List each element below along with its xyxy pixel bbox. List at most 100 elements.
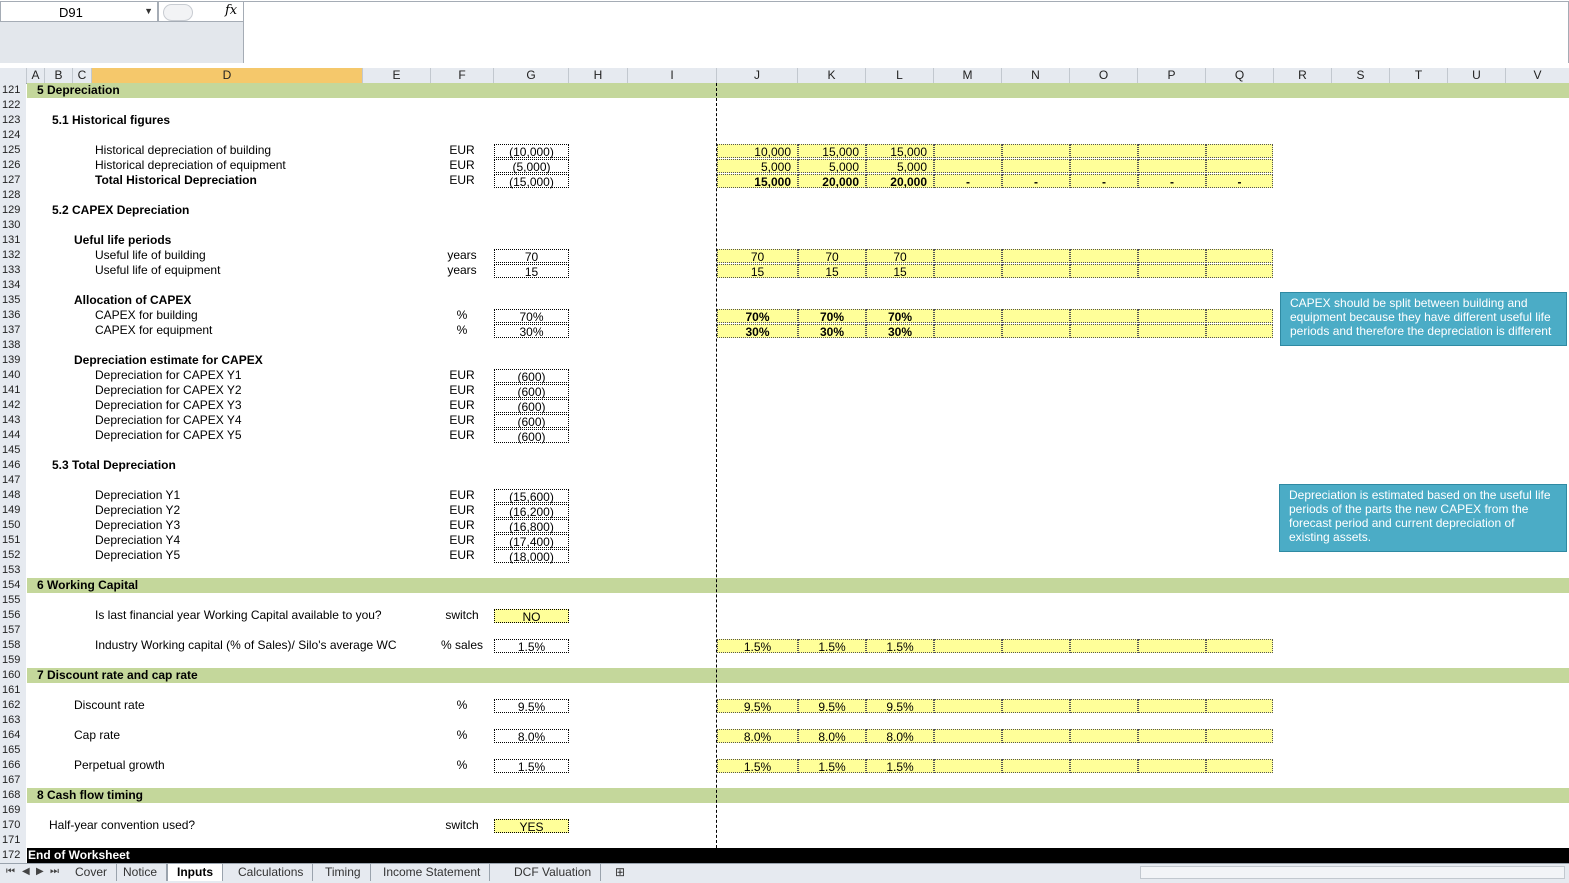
halfyear-input[interactable]: YES <box>494 819 569 834</box>
column-header-q[interactable]: Q <box>1206 68 1274 83</box>
row-header[interactable]: 148 <box>0 488 26 503</box>
column-header-d[interactable]: D <box>92 68 363 83</box>
growth-input[interactable]: 1.5% <box>494 759 569 774</box>
last-sheet-icon[interactable]: ⏭ <box>50 866 59 877</box>
growth-cell-p[interactable] <box>1138 759 1206 773</box>
tab-cover[interactable]: Cover <box>66 864 118 881</box>
row-header[interactable]: 128 <box>0 188 26 203</box>
column-header-a[interactable]: A <box>27 68 45 83</box>
insert-function-icon[interactable]: fx <box>225 3 237 18</box>
wc-pct-cell-n[interactable] <box>1002 639 1070 653</box>
discount-cell-p[interactable] <box>1138 699 1206 713</box>
capex-building-cell-q[interactable] <box>1206 309 1273 323</box>
life-equip-cell-q[interactable] <box>1206 264 1273 278</box>
cap-cell-p[interactable] <box>1138 729 1206 743</box>
tot-y5-input[interactable]: (18,000) <box>494 549 569 564</box>
discount-cell-o[interactable] <box>1070 699 1138 713</box>
row-header[interactable]: 134 <box>0 278 26 293</box>
row-header[interactable]: 141 <box>0 383 26 398</box>
life-building-cell-l[interactable]: 70 <box>866 249 934 264</box>
hist-equip-cell-j[interactable]: 5,000 <box>717 159 798 174</box>
capex-building-cell-o[interactable] <box>1070 309 1138 323</box>
growth-cell-q[interactable] <box>1206 759 1273 773</box>
tab-inputs[interactable]: Inputs <box>167 864 223 881</box>
hist-equip-cell-n[interactable] <box>1002 159 1070 173</box>
row-header[interactable]: 149 <box>0 503 26 518</box>
discount-cell-n[interactable] <box>1002 699 1070 713</box>
dep-y3-input[interactable]: (600) <box>494 399 569 414</box>
hist-equip-cell-m[interactable] <box>934 159 1002 173</box>
capex-building-cell-p[interactable] <box>1138 309 1206 323</box>
row-header[interactable]: 126 <box>0 158 26 173</box>
hist-total-cell-j[interactable]: 15,000 <box>717 174 798 189</box>
hist-total-cell-k[interactable]: 20,000 <box>798 174 866 189</box>
row-header[interactable]: 138 <box>0 338 26 353</box>
capex-equip-cell-l[interactable]: 30% <box>866 324 934 339</box>
wc-switch-input[interactable]: NO <box>494 609 569 624</box>
row-header[interactable]: 172 <box>0 848 26 863</box>
row-header[interactable]: 133 <box>0 263 26 278</box>
formula-input[interactable] <box>244 1 1569 64</box>
cap-cell-m[interactable] <box>934 729 1002 743</box>
column-header-g[interactable]: G <box>494 68 569 83</box>
row-header[interactable]: 125 <box>0 143 26 158</box>
row-header[interactable]: 161 <box>0 683 26 698</box>
row-header[interactable]: 162 <box>0 698 26 713</box>
tot-y3-input[interactable]: (16,800) <box>494 519 569 534</box>
capex-equip-cell-m[interactable] <box>934 324 1002 338</box>
column-header-h[interactable]: H <box>569 68 628 83</box>
row-header[interactable]: 154 <box>0 578 26 593</box>
first-sheet-icon[interactable]: ⏮ <box>6 866 15 877</box>
row-header[interactable]: 158 <box>0 638 26 653</box>
cap-cell-n[interactable] <box>1002 729 1070 743</box>
row-header[interactable]: 137 <box>0 323 26 338</box>
column-header-i[interactable]: I <box>628 68 717 83</box>
column-header-v[interactable]: V <box>1506 68 1569 83</box>
hist-equip-cell-l[interactable]: 5,000 <box>866 159 934 174</box>
hist-building-input[interactable]: (10,000) <box>494 144 569 159</box>
life-building-cell-n[interactable] <box>1002 249 1070 263</box>
tab-dcf-valuation[interactable]: DCF Valuation <box>505 864 602 881</box>
row-header[interactable]: 124 <box>0 128 26 143</box>
column-header-f[interactable]: F <box>431 68 494 83</box>
life-building-cell-k[interactable]: 70 <box>798 249 866 264</box>
horizontal-scrollbar[interactable] <box>1140 866 1565 879</box>
growth-cell-n[interactable] <box>1002 759 1070 773</box>
tot-y4-input[interactable]: (17,400) <box>494 534 569 549</box>
discount-input[interactable]: 9.5% <box>494 699 569 714</box>
hist-equip-cell-o[interactable] <box>1070 159 1138 173</box>
capex-equip-cell-p[interactable] <box>1138 324 1206 338</box>
dep-y1-input[interactable]: (600) <box>494 369 569 384</box>
next-sheet-icon[interactable]: ▶ <box>36 866 44 877</box>
life-building-cell-o[interactable] <box>1070 249 1138 263</box>
prev-sheet-icon[interactable]: ◀ <box>22 866 30 877</box>
cap-cell-o[interactable] <box>1070 729 1138 743</box>
hist-total-cell-q[interactable]: - <box>1206 174 1273 189</box>
capex-building-input[interactable]: 70% <box>494 309 569 324</box>
column-header-t[interactable]: T <box>1390 68 1448 83</box>
life-equip-cell-k[interactable]: 15 <box>798 264 866 279</box>
row-header[interactable]: 153 <box>0 563 26 578</box>
row-header[interactable]: 157 <box>0 623 26 638</box>
row-header[interactable]: 150 <box>0 518 26 533</box>
row-header[interactable]: 127 <box>0 173 26 188</box>
column-header-b[interactable]: B <box>45 68 73 83</box>
row-header[interactable]: 164 <box>0 728 26 743</box>
column-header-s[interactable]: S <box>1332 68 1390 83</box>
column-header-n[interactable]: N <box>1002 68 1070 83</box>
growth-cell-j[interactable]: 1.5% <box>717 759 798 774</box>
row-header[interactable]: 139 <box>0 353 26 368</box>
row-header[interactable]: 131 <box>0 233 26 248</box>
capex-equip-cell-k[interactable]: 30% <box>798 324 866 339</box>
row-header[interactable]: 163 <box>0 713 26 728</box>
column-header-m[interactable]: M <box>934 68 1002 83</box>
wc-pct-input[interactable]: 1.5% <box>494 639 569 654</box>
hist-building-cell-p[interactable] <box>1138 144 1206 158</box>
row-header[interactable]: 122 <box>0 98 26 113</box>
row-header[interactable]: 135 <box>0 293 26 308</box>
growth-cell-m[interactable] <box>934 759 1002 773</box>
wc-pct-cell-q[interactable] <box>1206 639 1273 653</box>
tot-y2-input[interactable]: (16,200) <box>494 504 569 519</box>
discount-cell-j[interactable]: 9.5% <box>717 699 798 714</box>
row-header[interactable]: 140 <box>0 368 26 383</box>
